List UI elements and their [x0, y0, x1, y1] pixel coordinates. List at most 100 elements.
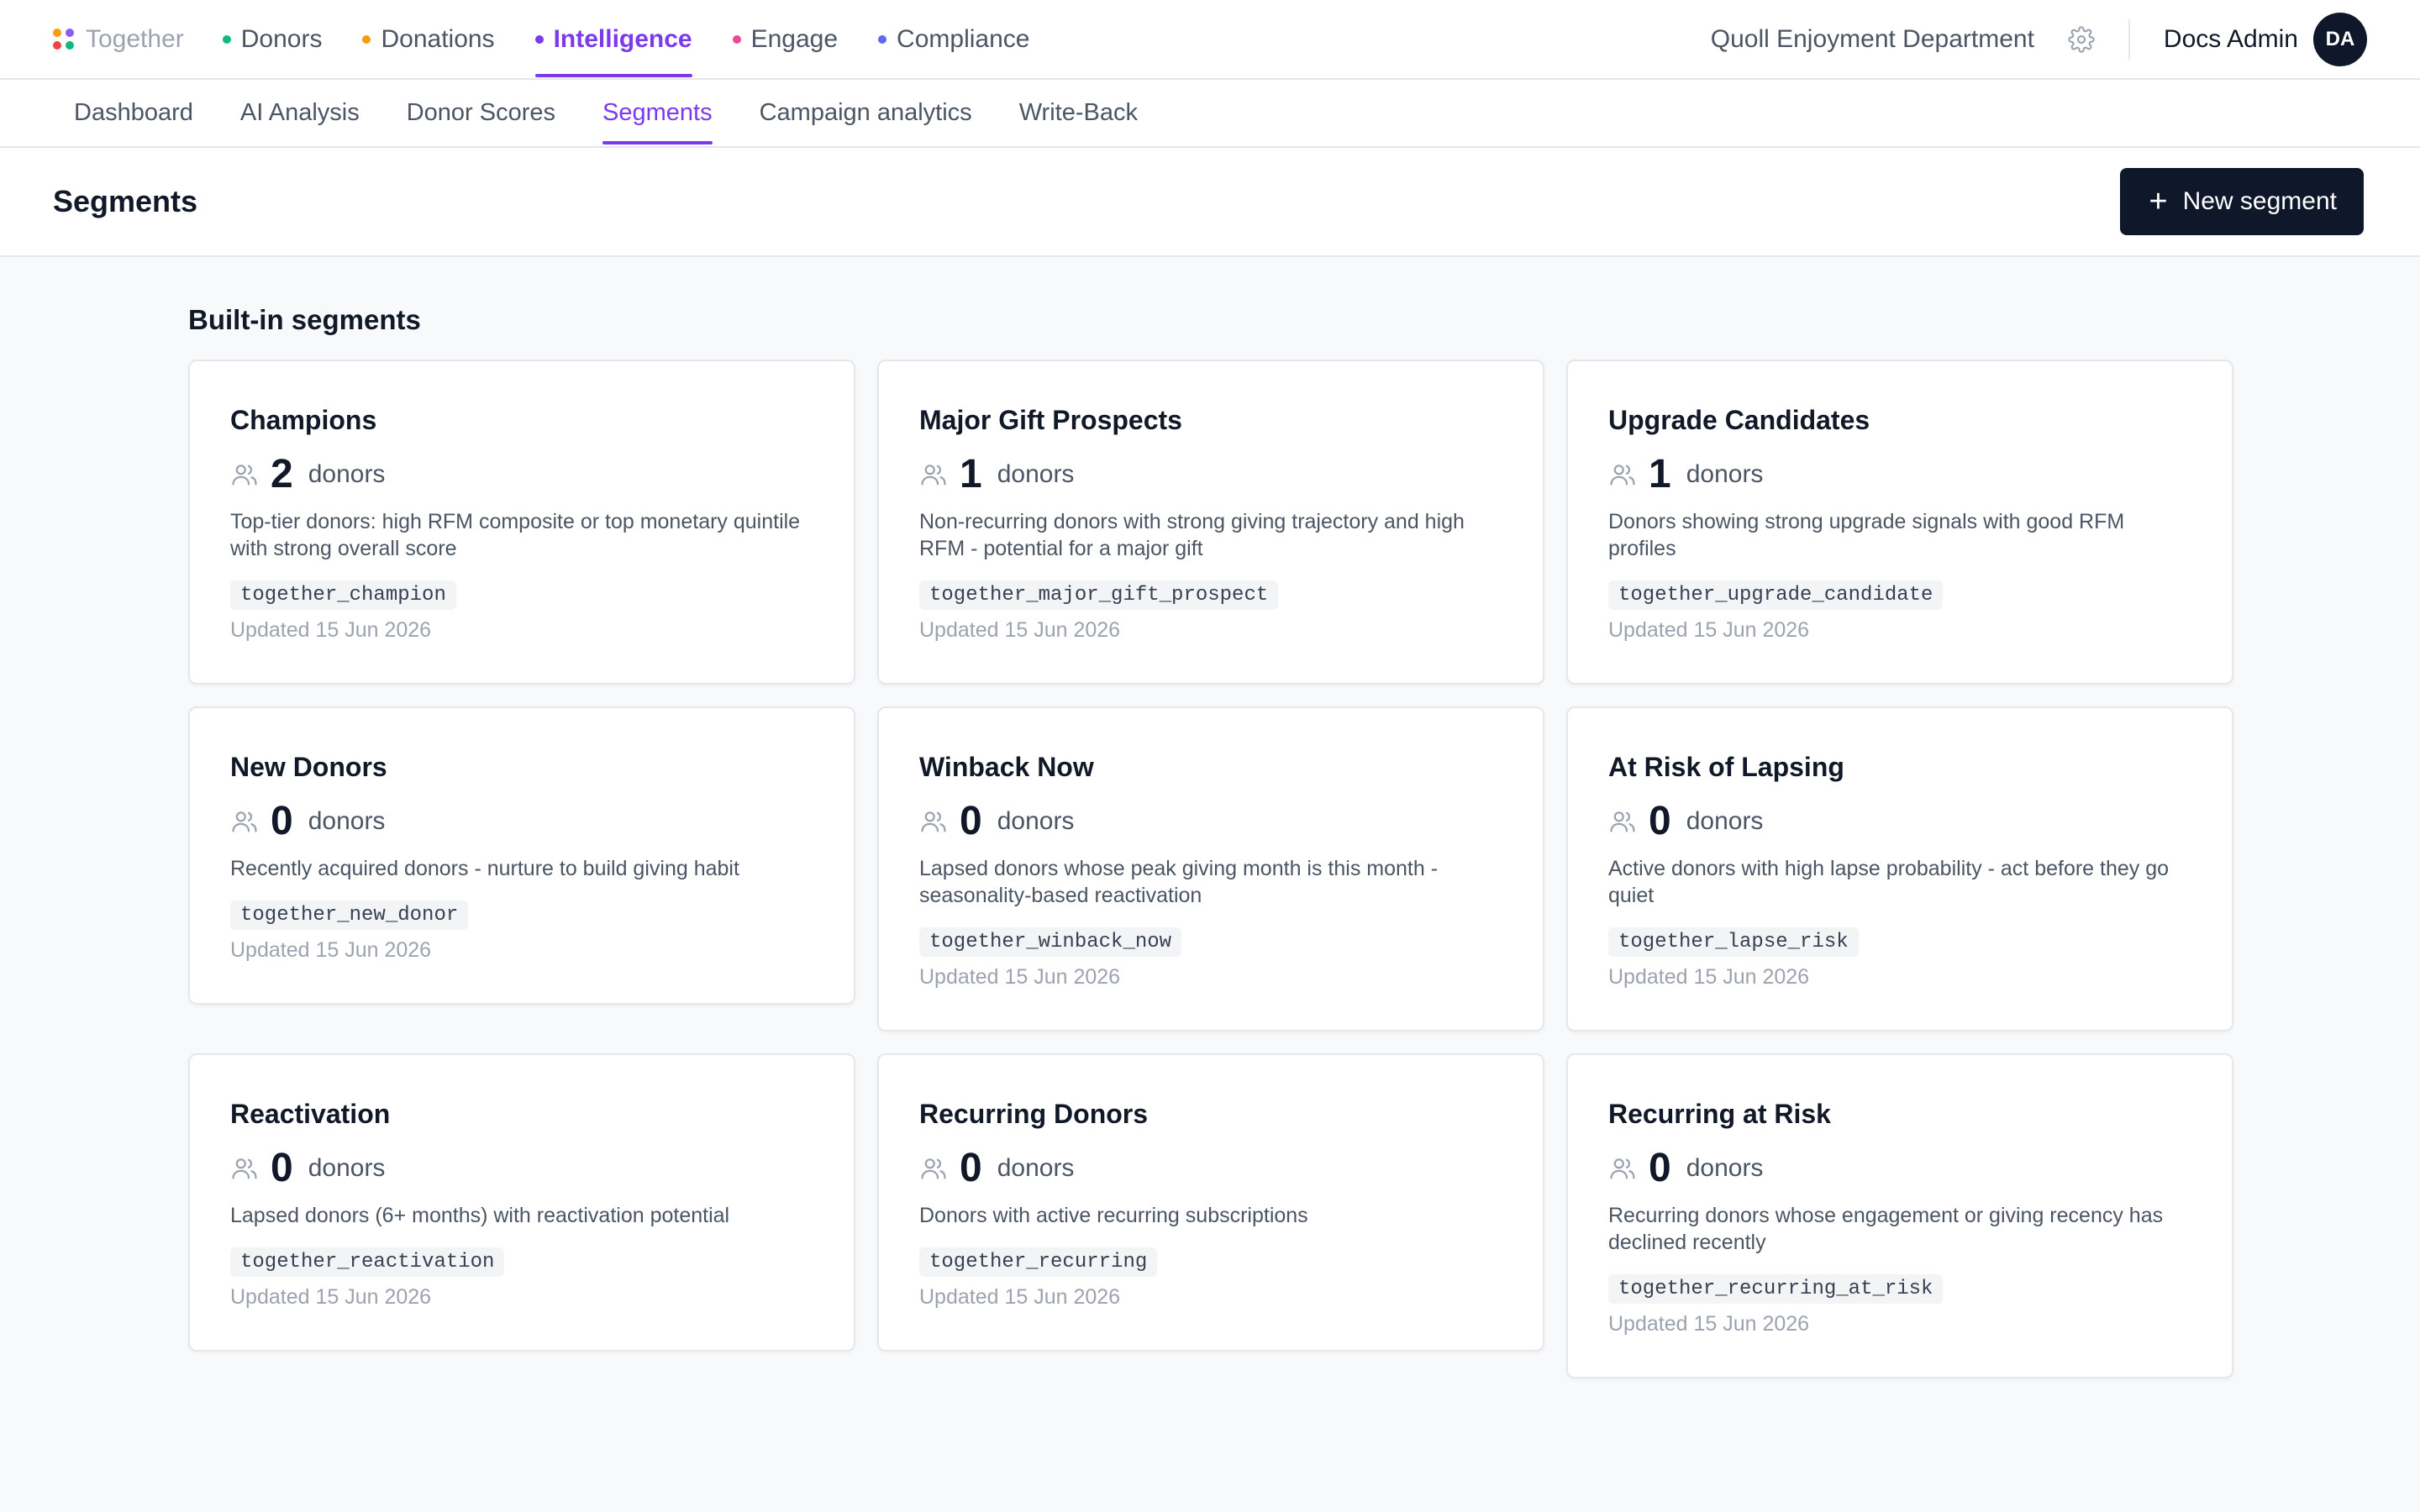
brand[interactable]: Together [53, 25, 184, 54]
nav-item-label: Donors [240, 24, 323, 53]
header-right: Quoll Enjoyment Department Docs Admin DA [1711, 12, 2367, 66]
segment-card[interactable]: Recurring Donors 0 donors Donors with ac… [877, 1053, 1544, 1352]
segment-slug: together_major_gift_prospect [919, 580, 1279, 610]
nav-item-engage[interactable]: Engage [732, 0, 839, 79]
segment-updated: Updated 15 Jun 2026 [1608, 965, 1810, 989]
segment-description: Non-recurring donors with strong giving … [919, 510, 1465, 560]
segment-count: 1 [960, 452, 982, 496]
nav-dot-icon [732, 34, 741, 44]
segment-count-unit: donors [997, 807, 1075, 835]
main-content: Built-in segments Champions 2 donors Top… [0, 257, 2420, 1378]
segment-count-unit: donors [1686, 807, 1764, 835]
segment-card[interactable]: Reactivation 0 donors Lapsed donors (6+ … [188, 1053, 855, 1352]
segment-description: Top-tier donors: high RFM composite or t… [230, 510, 801, 560]
segment-count-unit: donors [997, 1154, 1075, 1182]
segment-slug: together_champion [230, 580, 456, 610]
segment-title: Major Gift Prospects [919, 405, 1182, 435]
segment-count: 2 [271, 452, 293, 496]
segment-slug: together_new_donor [230, 900, 469, 930]
segment-card[interactable]: Major Gift Prospects 1 donors Non-recurr… [877, 360, 1544, 685]
nav-dot-icon [222, 34, 231, 44]
segment-slug: together_recurring_at_risk [1608, 1274, 1944, 1304]
nav-item-donors[interactable]: Donors [222, 0, 323, 79]
users-icon [232, 1158, 257, 1179]
segment-title: New Donors [230, 752, 387, 782]
new-segment-button-label: New segment [2182, 187, 2337, 215]
segment-card[interactable]: At Risk of Lapsing 0 donors Active donor… [1566, 706, 2233, 1032]
tab-dashboard[interactable]: Dashboard [74, 80, 193, 146]
segment-title: Winback Now [919, 752, 1094, 782]
segment-title: Upgrade Candidates [1608, 405, 1870, 435]
segment-description: Donors with active recurring subscriptio… [919, 1204, 1308, 1227]
segment-card[interactable]: Recurring at Risk 0 donors Recurring don… [1566, 1053, 2233, 1378]
segment-title: Recurring Donors [919, 1099, 1149, 1129]
segment-description: Lapsed donors (6+ months) with reactivat… [230, 1204, 730, 1227]
gear-icon[interactable] [2068, 25, 2095, 53]
segment-description: Active donors with high lapse probabilit… [1608, 857, 2170, 907]
users-icon [921, 811, 946, 832]
segment-updated: Updated 15 Jun 2026 [1608, 618, 1810, 642]
segment-count: 0 [960, 1146, 982, 1190]
segment-description: Recently acquired donors - nurture to bu… [230, 857, 739, 880]
nav-item-donations[interactable]: Donations [362, 0, 495, 79]
segment-updated: Updated 15 Jun 2026 [1608, 1312, 1810, 1336]
segment-count-row: 0 donors [919, 1148, 1502, 1189]
segment-description: Recurring donors whose engagement or giv… [1608, 1204, 2164, 1254]
segment-count-row: 2 donors [230, 454, 813, 495]
top-bar: Together Donors Donations Intelligence E… [0, 0, 2420, 80]
nav-item-compliance[interactable]: Compliance [878, 0, 1029, 79]
organization-switcher[interactable]: Quoll Enjoyment Department [1711, 25, 2034, 54]
segment-card[interactable]: New Donors 0 donors Recently acquired do… [188, 706, 855, 1005]
users-icon [1610, 1158, 1635, 1179]
logo-dot [66, 29, 74, 37]
nav-item-label: Compliance [897, 24, 1030, 53]
nav-item-label: Intelligence [553, 24, 692, 53]
segment-count-unit: donors [1686, 1154, 1764, 1182]
main-nav: Donors Donations Intelligence Engage Com… [222, 0, 1071, 79]
segment-count: 0 [1649, 799, 1671, 843]
page-header: Segments + New segment [0, 148, 2420, 257]
segment-updated: Updated 15 Jun 2026 [919, 1285, 1121, 1309]
new-segment-button[interactable]: + New segment [2120, 168, 2364, 235]
segment-card[interactable]: Champions 2 donors Top-tier donors: high… [188, 360, 855, 685]
segment-slug: together_lapse_risk [1608, 927, 1859, 957]
segment-count: 0 [271, 799, 293, 843]
segment-card[interactable]: Upgrade Candidates 1 donors Donors showi… [1566, 360, 2233, 685]
segment-slug: together_recurring [919, 1247, 1158, 1277]
avatar[interactable]: DA [2313, 12, 2367, 66]
segment-slug: together_reactivation [230, 1247, 505, 1277]
tab-ai-analysis[interactable]: AI Analysis [240, 80, 360, 146]
tab-segments[interactable]: Segments [602, 80, 713, 146]
tab-donor-scores[interactable]: Donor Scores [407, 80, 555, 146]
segment-count-row: 0 donors [919, 801, 1502, 842]
nav-dot-icon [878, 34, 887, 44]
segment-count-row: 1 donors [1608, 454, 2191, 495]
nav-item-label: Engage [750, 24, 839, 53]
segment-updated: Updated 15 Jun 2026 [230, 1285, 432, 1309]
segment-description: Donors showing strong upgrade signals wi… [1608, 510, 2125, 560]
segment-count-unit: donors [308, 807, 386, 835]
tab-campaign-analytics[interactable]: Campaign analytics [760, 80, 972, 146]
page-title: Segments [53, 184, 198, 218]
together-logo-icon [53, 29, 74, 50]
segment-card[interactable]: Winback Now 0 donors Lapsed donors whose… [877, 706, 1544, 1032]
segment-slug: together_upgrade_candidate [1608, 580, 1944, 610]
segment-slug: together_winback_now [919, 927, 1182, 957]
segment-count-row: 0 donors [1608, 1148, 2191, 1189]
users-icon [1610, 811, 1635, 832]
user-name[interactable]: Docs Admin [2164, 25, 2298, 54]
segment-updated: Updated 15 Jun 2026 [919, 618, 1121, 642]
segment-count: 0 [960, 799, 982, 843]
segment-updated: Updated 15 Jun 2026 [230, 618, 432, 642]
tab-write-back[interactable]: Write-Back [1019, 80, 1138, 146]
nav-dot-icon [534, 34, 544, 44]
section-title: Built-in segments [188, 304, 421, 335]
users-icon [921, 1158, 946, 1179]
segment-count-unit: donors [308, 1154, 386, 1182]
segment-count-row: 0 donors [230, 1148, 813, 1189]
header-divider [2128, 18, 2130, 60]
users-icon [1610, 465, 1635, 486]
nav-item-intelligence[interactable]: Intelligence [534, 0, 692, 79]
segment-count-unit: donors [308, 460, 386, 488]
users-icon [921, 465, 946, 486]
